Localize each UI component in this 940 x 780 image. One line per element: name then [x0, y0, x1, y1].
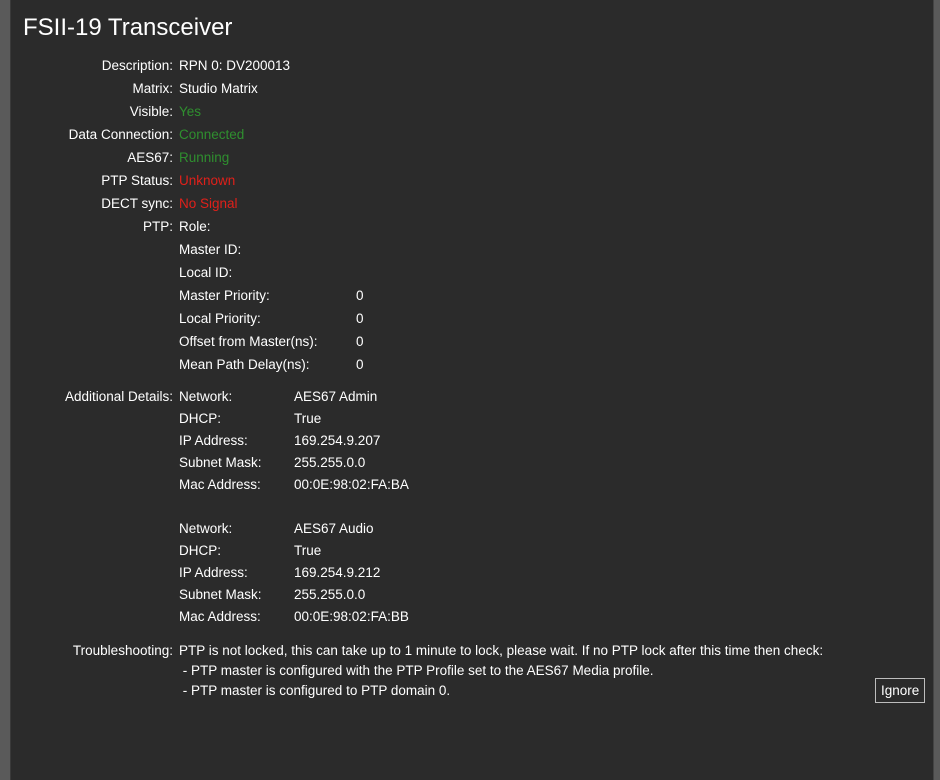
troubleshooting-label: Troubleshooting:	[72, 643, 173, 658]
additional-details-label: Additional Details:	[64, 389, 173, 404]
ptp-status-row: PTP Status: Unknown	[11, 170, 911, 191]
ptp-master-priority-value: 0	[356, 288, 364, 303]
aes67-label: AES67:	[127, 150, 173, 165]
network-2-ip-label: IP Address:	[179, 565, 248, 580]
matrix-label: Matrix:	[132, 81, 174, 96]
network-1-row-dhcp: DHCP: True	[11, 408, 911, 429]
network-1-mac-label: Mac Address:	[179, 477, 261, 492]
network-2-dhcp-label: DHCP:	[179, 543, 222, 558]
page-title: FSII-19 Transceiver	[23, 14, 233, 41]
network-1-row-mac: Mac Address: 00:0E:98:02:FA:BA	[11, 474, 911, 495]
description-row: Description: RPN 0: DV200013	[11, 55, 911, 76]
ptp-row-mean-path-delay: Mean Path Delay(ns): 0	[11, 354, 911, 375]
troubleshooting-row-1: Troubleshooting: PTP is not locked, this…	[11, 640, 935, 661]
visible-label: Visible:	[129, 104, 173, 119]
data-connection-row: Data Connection: Connected	[11, 124, 911, 145]
network-1-subnet-label: Subnet Mask:	[179, 455, 262, 470]
troubleshooting-row-2: - PTP master is configured with the PTP …	[11, 660, 911, 681]
ptp-role-label: Role:	[179, 219, 211, 234]
ptp-status-value: Unknown	[179, 173, 236, 188]
ptp-row-master-id: Master ID:	[11, 239, 911, 260]
network-2-mac-value: 00:0E:98:02:FA:BB	[294, 609, 409, 624]
network-1-mac-value: 00:0E:98:02:FA:BA	[294, 477, 409, 492]
ptp-row-local-id: Local ID:	[11, 262, 911, 283]
network-1-subnet-value: 255.255.0.0	[294, 455, 366, 470]
network-1-network-value: AES67 Admin	[294, 389, 378, 404]
network-2-dhcp-value: True	[294, 543, 322, 558]
ptp-row-local-priority: Local Priority: 0	[11, 308, 911, 329]
aes67-value: Running	[179, 150, 230, 165]
dect-sync-row: DECT sync: No Signal	[11, 193, 911, 214]
network-1-row-network: Additional Details: Network: AES67 Admin	[11, 386, 911, 407]
dect-sync-label: DECT sync:	[101, 196, 173, 211]
description-label: Description:	[101, 58, 173, 73]
network-2-row-dhcp: DHCP: True	[11, 540, 911, 561]
ptp-master-priority-label: Master Priority:	[179, 288, 270, 303]
troubleshooting-row-3: - PTP master is configured to PTP domain…	[11, 680, 811, 701]
troubleshooting-text-1: PTP is not locked, this can take up to 1…	[179, 643, 824, 658]
network-2-network-value: AES67 Audio	[294, 521, 374, 536]
ptp-mean-path-delay-value: 0	[356, 357, 364, 372]
ptp-local-priority-value: 0	[356, 311, 364, 326]
network-1-ip-value: 169.254.9.207	[294, 433, 381, 448]
ptp-offset-label: Offset from Master(ns):	[179, 334, 318, 349]
network-1-row-ip: IP Address: 169.254.9.207	[11, 430, 911, 451]
network-1-network-label: Network:	[179, 389, 233, 404]
network-1-ip-label: IP Address:	[179, 433, 248, 448]
ptp-row-offset: Offset from Master(ns): 0	[11, 331, 911, 352]
network-2-ip-value: 169.254.9.212	[294, 565, 381, 580]
network-2-row-network: Network: AES67 Audio	[11, 518, 911, 539]
aes67-row: AES67: Running	[11, 147, 911, 168]
matrix-row: Matrix: Studio Matrix	[11, 78, 911, 99]
matrix-value: Studio Matrix	[179, 81, 258, 96]
description-value: RPN 0: DV200013	[179, 58, 291, 73]
network-2-subnet-value: 255.255.0.0	[294, 587, 366, 602]
network-1-row-subnet: Subnet Mask: 255.255.0.0	[11, 452, 911, 473]
ptp-row-master-priority: Master Priority: 0	[11, 285, 911, 306]
ptp-row-role: PTP: Role:	[11, 216, 911, 237]
network-1-dhcp-value: True	[294, 411, 322, 426]
ignore-button[interactable]: Ignore	[875, 678, 926, 703]
ptp-local-priority-label: Local Priority:	[179, 311, 261, 326]
device-details-panel: FSII-19 Transceiver Description: RPN 0: …	[10, 0, 934, 780]
ptp-master-id-label: Master ID:	[179, 242, 242, 257]
data-connection-value: Connected	[179, 127, 245, 142]
network-2-subnet-label: Subnet Mask:	[179, 587, 262, 602]
ptp-status-label: PTP Status:	[101, 173, 173, 188]
ptp-local-id-label: Local ID:	[179, 265, 233, 280]
ptp-label: PTP:	[142, 219, 173, 234]
network-2-row-subnet: Subnet Mask: 255.255.0.0	[11, 584, 911, 605]
network-2-row-mac: Mac Address: 00:0E:98:02:FA:BB	[11, 606, 911, 627]
dect-sync-value: No Signal	[179, 196, 238, 211]
network-2-row-ip: IP Address: 169.254.9.212	[11, 562, 911, 583]
visible-value: Yes	[179, 104, 202, 119]
visible-row: Visible: Yes	[11, 101, 911, 122]
troubleshooting-text-2: - PTP master is configured with the PTP …	[179, 663, 654, 678]
data-connection-label: Data Connection:	[68, 127, 173, 142]
network-2-mac-label: Mac Address:	[179, 609, 261, 624]
ptp-mean-path-delay-label: Mean Path Delay(ns):	[179, 357, 310, 372]
network-2-network-label: Network:	[179, 521, 233, 536]
network-1-dhcp-label: DHCP:	[179, 411, 222, 426]
troubleshooting-text-3: - PTP master is configured to PTP domain…	[179, 683, 451, 698]
ptp-offset-value: 0	[356, 334, 364, 349]
